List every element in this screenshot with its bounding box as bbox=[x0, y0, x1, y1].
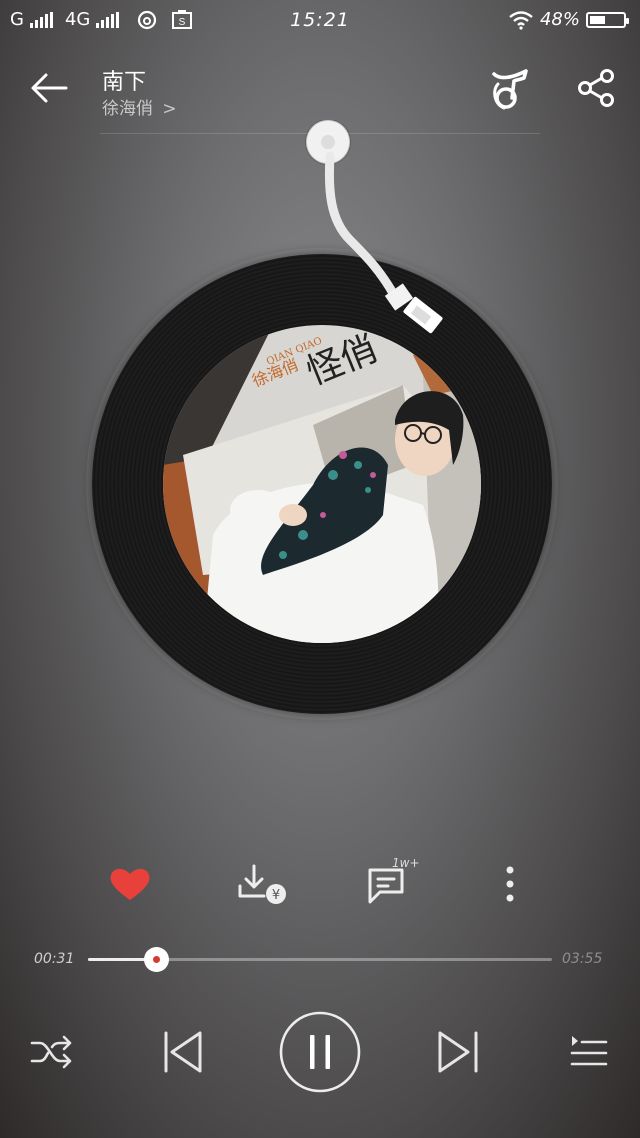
more-vertical-icon bbox=[506, 866, 514, 902]
wifi-icon bbox=[509, 10, 533, 30]
pause-button[interactable] bbox=[279, 1011, 361, 1093]
heart-icon bbox=[110, 868, 150, 900]
song-title: 南下 bbox=[102, 70, 147, 95]
battery-percent: 48% bbox=[539, 9, 580, 30]
download-paid-icon: ¥ bbox=[238, 864, 286, 904]
shuffle-button[interactable] bbox=[26, 1030, 76, 1074]
seek-thumb[interactable] bbox=[143, 947, 169, 972]
current-time: 00:31 bbox=[34, 951, 75, 967]
shuffle-icon bbox=[30, 1035, 72, 1069]
playlist-icon bbox=[570, 1036, 608, 1066]
back-button[interactable] bbox=[26, 68, 74, 108]
arrow-left-icon bbox=[31, 73, 68, 103]
action-row: ¥ 1w+ bbox=[0, 856, 640, 912]
status-bar: G 4G S 15:21 48% bbox=[0, 0, 640, 40]
svg-text:¥: ¥ bbox=[272, 888, 280, 903]
status-right: 48% bbox=[508, 9, 629, 30]
share-icon bbox=[578, 69, 614, 107]
more-button[interactable] bbox=[486, 856, 534, 912]
comment-count: 1w+ bbox=[392, 856, 420, 870]
header: 南下 徐海俏 > bbox=[0, 58, 640, 128]
download-button[interactable]: ¥ bbox=[232, 856, 292, 912]
next-icon bbox=[438, 1031, 478, 1073]
like-button[interactable] bbox=[102, 856, 158, 912]
chevron-right-icon: > bbox=[162, 99, 177, 119]
playlist-button[interactable] bbox=[564, 1030, 612, 1074]
disc-area[interactable]: 怪俏 QIAN QIAO 徐海俏 bbox=[0, 120, 640, 760]
share-button[interactable] bbox=[574, 66, 618, 110]
seek-track[interactable] bbox=[88, 947, 552, 972]
battery-icon bbox=[586, 11, 629, 28]
tonearm bbox=[305, 120, 443, 334]
total-time: 03:55 bbox=[562, 951, 603, 967]
pause-icon bbox=[279, 1011, 361, 1093]
next-button[interactable] bbox=[434, 1028, 484, 1076]
ktv-button[interactable] bbox=[486, 64, 536, 114]
previous-button[interactable] bbox=[156, 1028, 206, 1076]
previous-icon bbox=[164, 1031, 202, 1073]
artist-name: 徐海俏 bbox=[102, 99, 153, 119]
artist-link[interactable]: 徐海俏 > bbox=[102, 94, 177, 119]
ktv-note-icon bbox=[492, 69, 528, 110]
progress-bar: 00:31 03:55 bbox=[0, 940, 640, 980]
playback-controls bbox=[0, 1010, 640, 1094]
